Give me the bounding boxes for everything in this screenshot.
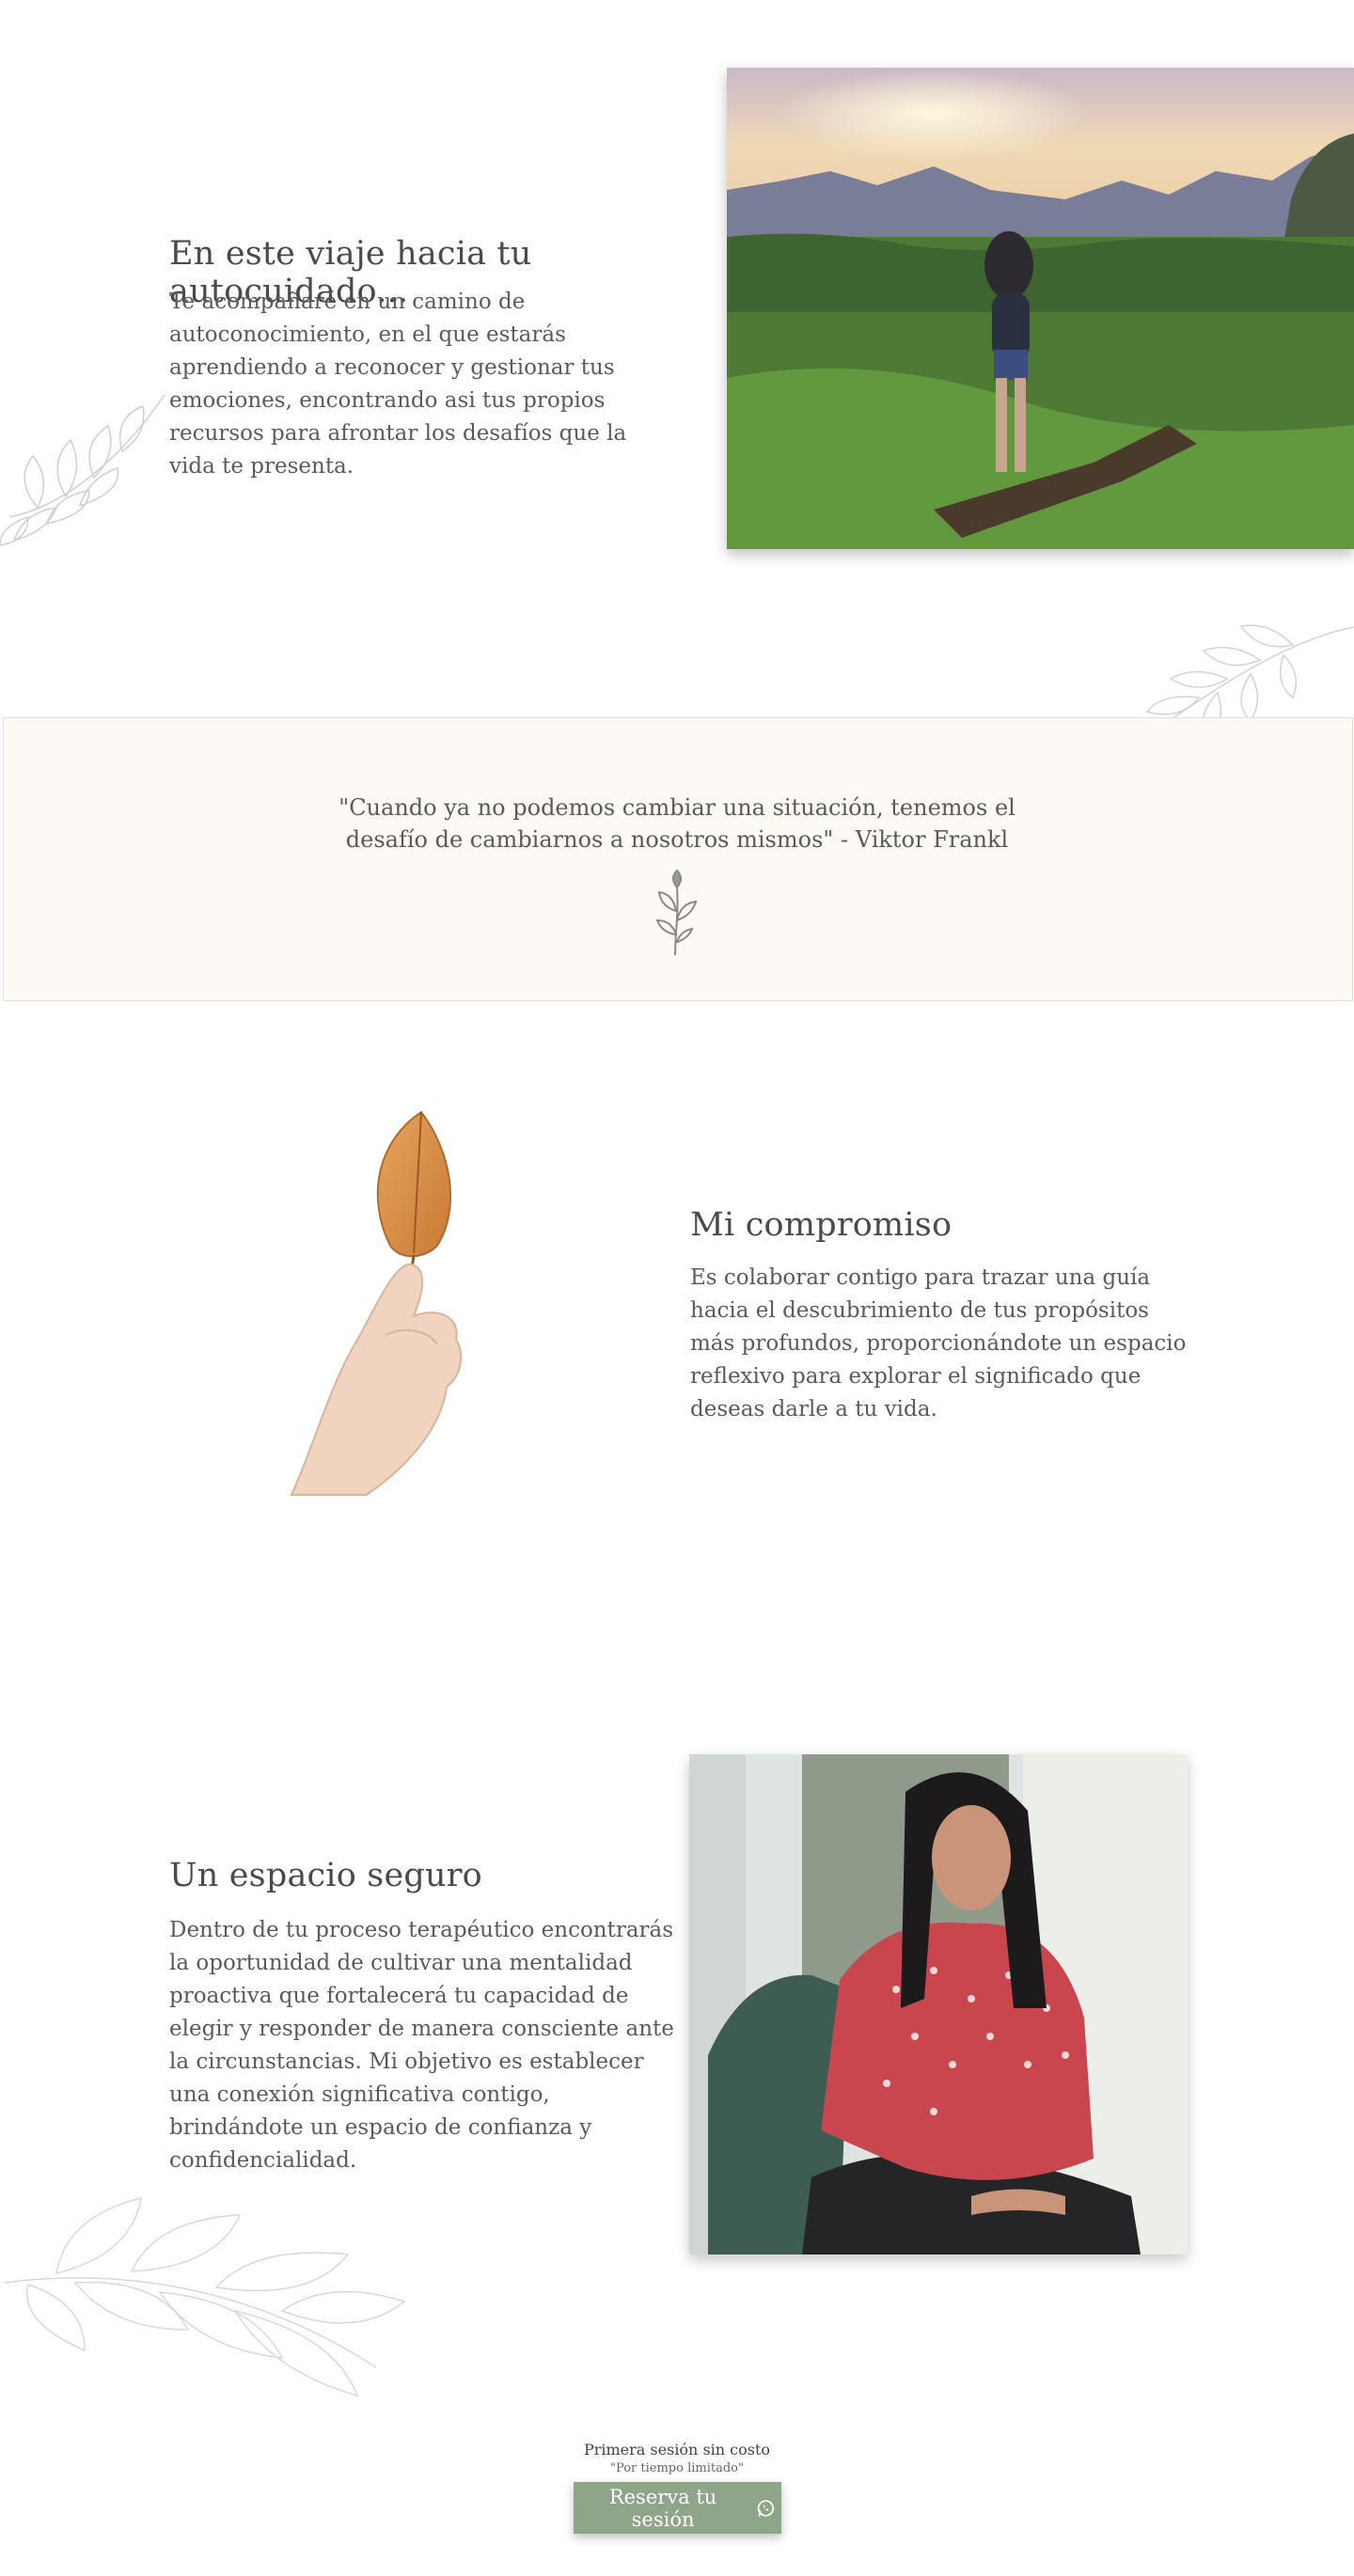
section-text-espacio-seguro: Dentro de tu proceso terapéutico encontr… xyxy=(169,1918,674,2173)
quote-text: "Cuando ya no podemos cambiar una situac… xyxy=(338,794,1016,853)
branch-decoration-left-top xyxy=(0,394,165,546)
section-text-compromiso: Es colaborar contigo para trazar una guí… xyxy=(690,1265,1187,1422)
quote-band xyxy=(3,717,1353,1001)
section-text-autocuidado: Te acompañaré en un camino de autoconoci… xyxy=(169,290,627,479)
reserve-session-button[interactable]: Reserva tu sesión xyxy=(574,2482,781,2534)
cta-limited-time-text: "Por tiempo limitado" xyxy=(610,2461,744,2475)
section-title-espacio-seguro: Un espacio seguro xyxy=(169,1857,482,1894)
therapist-portrait-photo xyxy=(689,1754,1188,2254)
hand-holding-leaf-image xyxy=(290,1110,463,1496)
reserve-session-label: Reserva tu sesión xyxy=(608,2485,717,2531)
cta-free-session-text: Primera sesión sin costo xyxy=(583,2441,771,2458)
section-title-compromiso: Mi compromiso xyxy=(690,1206,953,1244)
landscape-photo xyxy=(727,68,1354,549)
flower-sprig-icon xyxy=(655,869,698,955)
branch-decoration-left-bottom xyxy=(4,2196,406,2397)
whatsapp-icon xyxy=(757,2499,775,2517)
